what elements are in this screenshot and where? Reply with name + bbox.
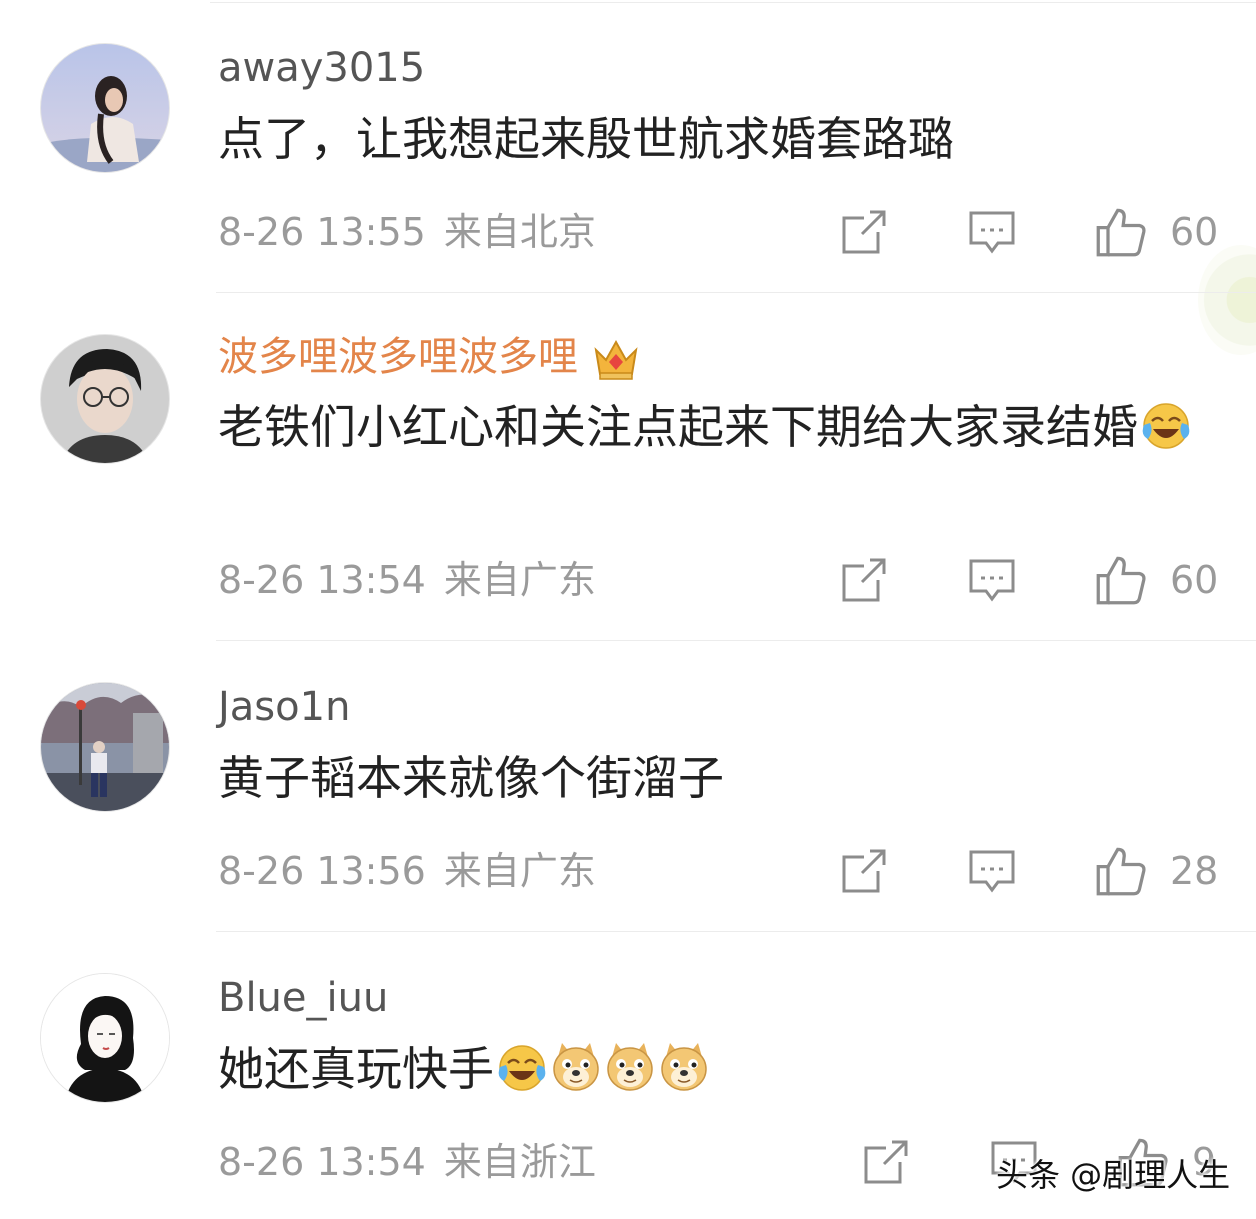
doge-emoji: [658, 1041, 710, 1093]
comment-location: 来自浙江: [443, 1140, 596, 1184]
laugh-cry-emoji: [1140, 399, 1192, 451]
comment-divider: [216, 292, 1256, 293]
comment-time: 8-26 13:55: [218, 210, 426, 254]
like-count: 60: [1170, 210, 1219, 254]
share-icon[interactable]: [840, 208, 888, 256]
thumbs-up-icon[interactable]: [1095, 206, 1147, 258]
watermark: 头条 @剧理人生: [996, 1156, 1231, 1194]
comment-time: 8-26 13:56: [218, 849, 426, 893]
comment-meta: 8-26 13:55 来自北京: [218, 207, 596, 257]
comment-text: 点了，让我想起来殷世航求婚套路璐: [218, 106, 1196, 172]
comment-username[interactable]: Blue_iuu: [218, 972, 388, 1024]
share-icon[interactable]: [840, 847, 888, 895]
comment-location: 来自广东: [443, 558, 596, 602]
comment-text: 黄子韬本来就像个街溜子: [218, 745, 1196, 811]
comment-icon[interactable]: [968, 208, 1016, 256]
crown-icon: [592, 336, 640, 382]
comment-location: 来自北京: [443, 210, 596, 254]
like-count: 28: [1170, 849, 1219, 893]
comment-username[interactable]: away3015: [218, 42, 425, 94]
share-icon[interactable]: [862, 1138, 910, 1186]
avatar[interactable]: [40, 973, 170, 1103]
comment-icon[interactable]: [968, 847, 1016, 895]
like-count: 60: [1170, 558, 1219, 602]
thumbs-up-icon[interactable]: [1095, 845, 1147, 897]
comment-meta: 8-26 13:54 来自浙江: [218, 1137, 596, 1187]
doge-emoji: [550, 1041, 602, 1093]
comment-text-content: 她还真玩快手: [218, 1042, 494, 1096]
comment-text: 老铁们小红心和关注点起来下期给大家录结婚: [218, 394, 1196, 460]
comment-username-text: 波多哩波多哩波多哩: [218, 334, 578, 380]
avatar[interactable]: [40, 334, 170, 464]
top-divider: [210, 2, 1256, 3]
comment-divider: [216, 931, 1256, 932]
comment-text-content: 老铁们小红心和关注点起来下期给大家录结婚: [218, 400, 1138, 454]
share-icon[interactable]: [840, 556, 888, 604]
comment-text-content: 黄子韬本来就像个街溜子: [218, 751, 724, 805]
comment-icon[interactable]: [968, 556, 1016, 604]
comment-time: 8-26 13:54: [218, 558, 426, 602]
comment-username[interactable]: 波多哩波多哩波多哩: [218, 331, 640, 383]
avatar[interactable]: [40, 682, 170, 812]
laugh-cry-emoji: [496, 1041, 548, 1093]
doge-emoji: [604, 1041, 656, 1093]
comment-divider: [216, 640, 1256, 641]
comment-text-content: 点了，让我想起来殷世航求婚套路璐: [218, 112, 954, 166]
comment-location: 来自广东: [443, 849, 596, 893]
floating-widget[interactable]: [1198, 245, 1256, 355]
comment-text: 她还真玩快手: [218, 1036, 1196, 1102]
comment-username[interactable]: Jaso1n: [218, 681, 350, 733]
thumbs-up-icon[interactable]: [1095, 554, 1147, 606]
comment-time: 8-26 13:54: [218, 1140, 426, 1184]
comment-meta: 8-26 13:56 来自广东: [218, 846, 596, 896]
comment-meta: 8-26 13:54 来自广东: [218, 555, 596, 605]
avatar[interactable]: [40, 43, 170, 173]
